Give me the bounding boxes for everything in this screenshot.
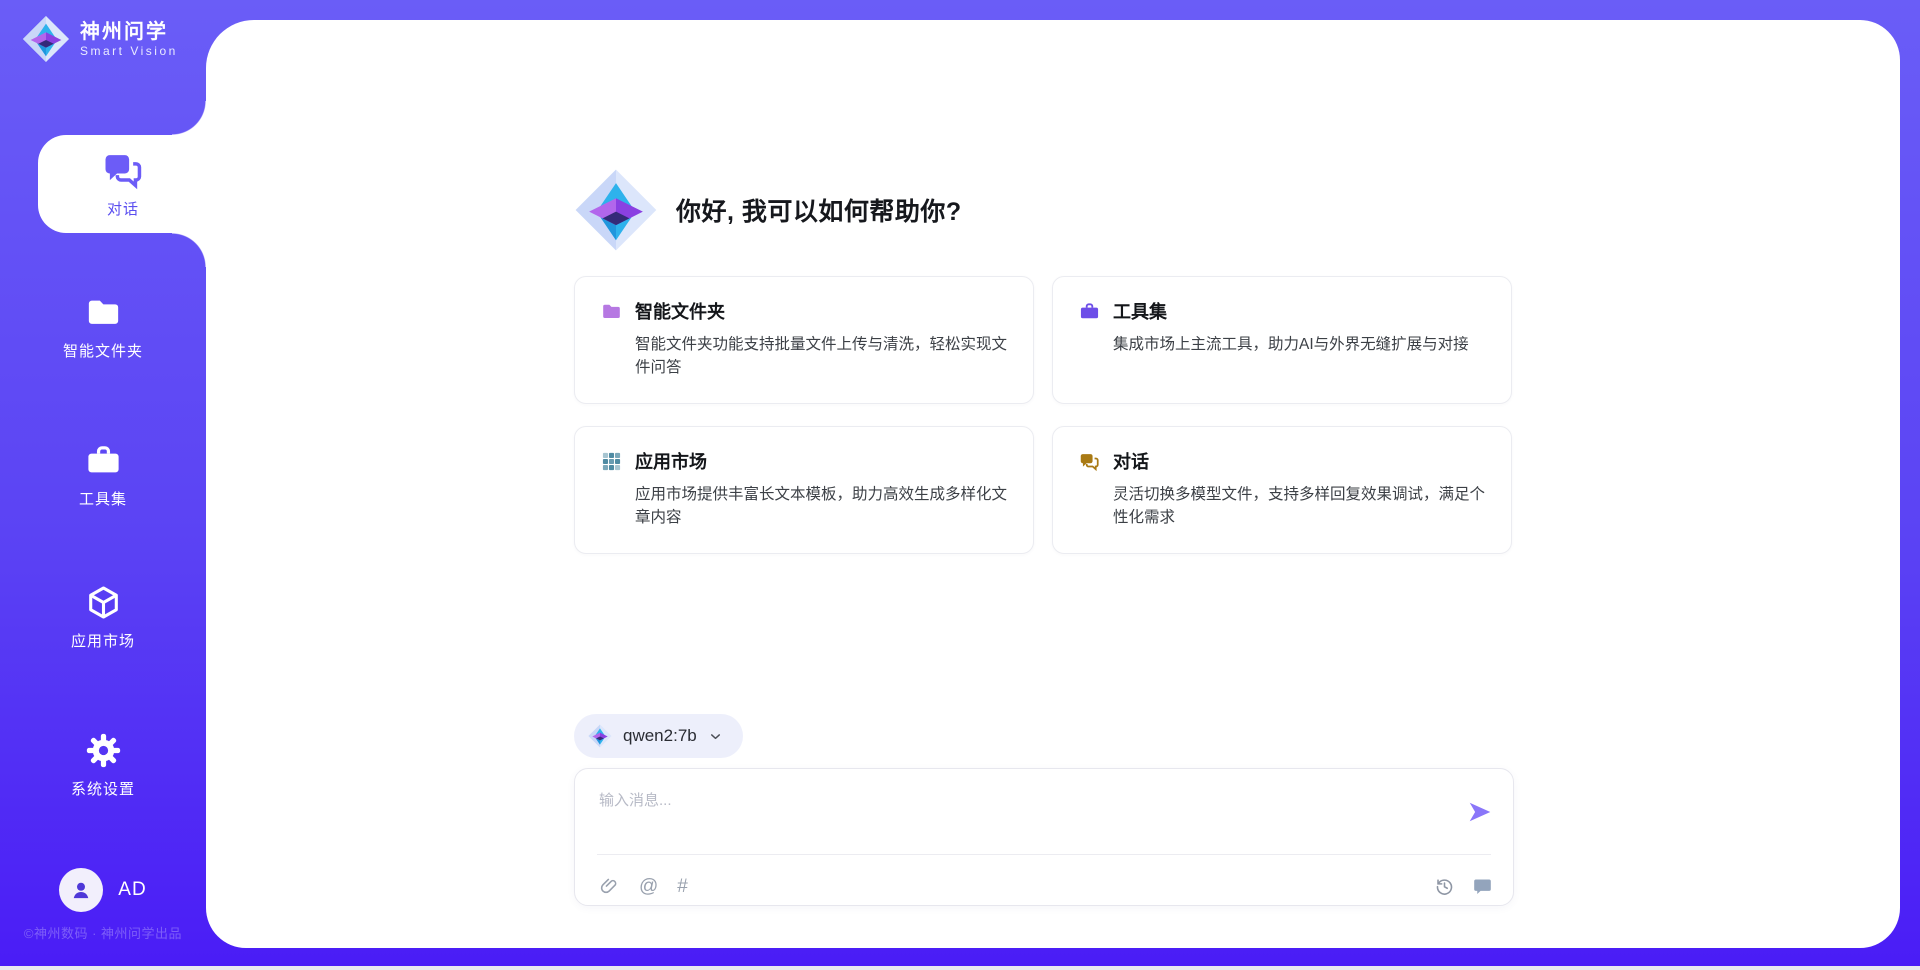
composer-toolbar: @ #	[599, 867, 1493, 905]
card-title: 应用市场	[635, 448, 707, 474]
folder-icon	[601, 301, 622, 322]
briefcase-icon	[85, 442, 122, 479]
gear-icon	[85, 732, 122, 769]
model-selector[interactable]: qwen2:7b	[574, 714, 743, 758]
brand-diamond-logo-icon	[22, 15, 70, 63]
hash-icon[interactable]: #	[677, 877, 688, 896]
brand: 神州问学 Smart Vision	[22, 15, 178, 63]
app-window: 神州问学 Smart Vision 对话 智能文件夹 工具集 应用市场 系统设置	[0, 0, 1920, 970]
diamond-logo-icon	[574, 168, 658, 252]
brand-name: 神州问学	[80, 21, 178, 44]
card-title: 对话	[1113, 448, 1149, 474]
greeting: 你好, 我可以如何帮助你?	[574, 168, 962, 252]
folder-icon	[85, 294, 122, 331]
user-name: AD	[118, 879, 146, 901]
sidebar-item-label: 系统设置	[71, 778, 135, 799]
send-button[interactable]	[1467, 799, 1493, 825]
grid-icon	[601, 451, 622, 472]
feature-cards: 智能文件夹 智能文件夹功能支持批量文件上传与清洗，轻松实现文件问答 工具集 集成…	[574, 276, 1512, 554]
message-composer: @ #	[574, 768, 1514, 906]
at-icon[interactable]: @	[639, 877, 658, 896]
sidebar-item-label: 对话	[107, 198, 139, 219]
greeting-title: 你好, 我可以如何帮助你?	[676, 192, 962, 228]
chevron-down-icon	[708, 729, 723, 744]
user-menu[interactable]: AD	[0, 868, 206, 912]
message-input[interactable]	[599, 783, 1439, 817]
sidebar-item-settings[interactable]: 系统设置	[0, 732, 206, 799]
card-chat[interactable]: 对话 灵活切换多模型文件，支持多样回复效果调试，满足个性化需求	[1052, 426, 1512, 554]
history-icon[interactable]	[1434, 876, 1455, 897]
cube-icon	[85, 584, 122, 621]
sidebar-item-tools[interactable]: 工具集	[0, 442, 206, 509]
active-tab-fillet-top	[172, 101, 206, 135]
sidebar-item-label: 智能文件夹	[63, 340, 143, 361]
bottom-edge-strip	[0, 966, 1920, 970]
avatar	[59, 868, 103, 912]
chat-icon	[1079, 451, 1100, 472]
main-panel: 你好, 我可以如何帮助你? 智能文件夹 智能文件夹功能支持批量文件上传与清洗，轻…	[206, 20, 1900, 948]
card-smart-folders[interactable]: 智能文件夹 智能文件夹功能支持批量文件上传与清洗，轻松实现文件问答	[574, 276, 1034, 404]
chat-icon	[102, 149, 144, 191]
card-title: 工具集	[1113, 298, 1167, 324]
composer-toolbar-right	[1434, 876, 1493, 897]
active-tab-fillet-bottom	[172, 233, 206, 267]
send-icon	[1467, 799, 1493, 825]
sidebar-item-label: 应用市场	[71, 630, 135, 651]
sidebar-footer-credit: ©神州数码 · 神州问学出品	[0, 923, 206, 942]
card-toolset[interactable]: 工具集 集成市场上主流工具，助力AI与外界无缝扩展与对接	[1052, 276, 1512, 404]
diamond-logo-icon	[588, 724, 612, 748]
chat-bubble-icon[interactable]	[1472, 876, 1493, 897]
sidebar-item-label: 工具集	[79, 488, 127, 509]
card-description: 灵活切换多模型文件，支持多样回复效果调试，满足个性化需求	[1113, 483, 1485, 530]
card-description: 集成市场上主流工具，助力AI与外界无缝扩展与对接	[1113, 333, 1485, 356]
person-icon	[68, 877, 94, 903]
card-app-market[interactable]: 应用市场 应用市场提供丰富长文本模板，助力高效生成多样化文章内容	[574, 426, 1034, 554]
composer-divider	[597, 854, 1491, 855]
brand-subtitle: Smart Vision	[80, 44, 178, 58]
card-title: 智能文件夹	[635, 298, 725, 324]
card-description: 智能文件夹功能支持批量文件上传与清洗，轻松实现文件问答	[635, 333, 1007, 380]
model-name: qwen2:7b	[623, 726, 697, 746]
sidebar: 神州问学 Smart Vision 对话 智能文件夹 工具集 应用市场 系统设置	[0, 0, 206, 970]
sidebar-item-folders[interactable]: 智能文件夹	[0, 294, 206, 361]
paperclip-icon[interactable]	[599, 876, 620, 897]
sidebar-item-market[interactable]: 应用市场	[0, 584, 206, 651]
card-description: 应用市场提供丰富长文本模板，助力高效生成多样化文章内容	[635, 483, 1007, 530]
briefcase-icon	[1079, 301, 1100, 322]
sidebar-item-chat[interactable]: 对话	[38, 135, 208, 233]
